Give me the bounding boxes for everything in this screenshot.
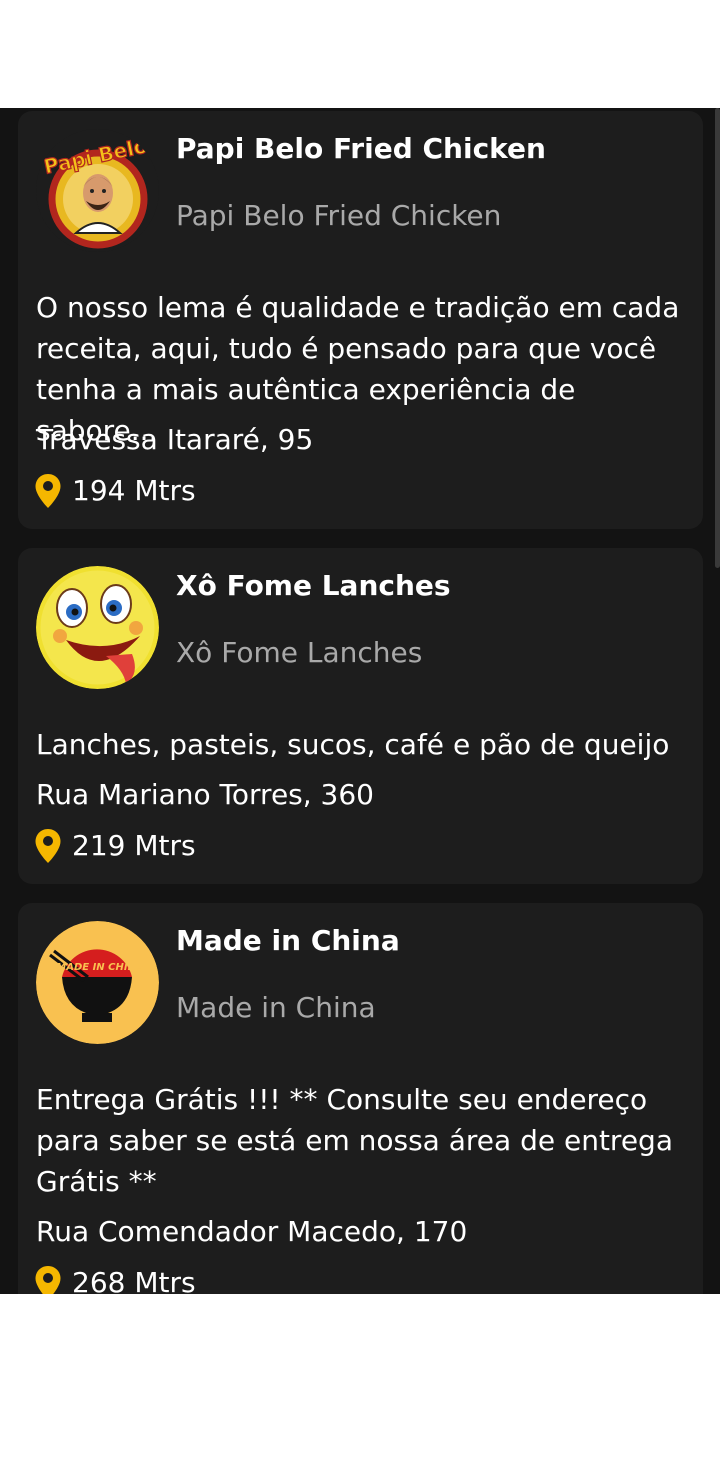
location-pin-icon <box>35 829 61 863</box>
restaurant-address: Rua Mariano Torres, 360 <box>36 778 374 811</box>
restaurant-distance: 219 Mtrs <box>72 829 196 862</box>
restaurant-address: Rua Comendador Macedo, 170 <box>36 1215 468 1248</box>
location-pin-icon <box>35 1266 61 1294</box>
bottom-blank-area <box>0 1294 720 1480</box>
restaurant-name: Papi Belo Fried Chicken <box>176 132 546 165</box>
restaurant-name: Xô Fome Lanches <box>176 569 451 602</box>
restaurant-list[interactable]: Papi Belo Papi Belo Fried Chicken Papi B… <box>0 108 720 1294</box>
distance-row: 268 Mtrs <box>34 1265 196 1294</box>
restaurant-distance: 194 Mtrs <box>72 474 196 507</box>
restaurant-logo <box>36 566 159 689</box>
scrollbar[interactable] <box>715 108 720 568</box>
restaurant-description: Lanches, pasteis, sucos, café e pão de q… <box>36 728 670 761</box>
restaurant-subname: Xô Fome Lanches <box>176 636 423 669</box>
restaurant-subname: Papi Belo Fried Chicken <box>176 199 502 232</box>
restaurant-address: Travessa Itararé, 95 <box>36 423 314 456</box>
restaurant-logo: MADE IN CHINA <box>36 921 159 1044</box>
location-pin-icon <box>35 474 61 508</box>
restaurant-distance: 268 Mtrs <box>72 1266 196 1294</box>
logo-text: MADE IN CHINA <box>56 962 143 973</box>
restaurant-description: Entrega Grátis !!! ** Consulte seu ender… <box>36 1083 673 1198</box>
distance-row: 194 Mtrs <box>34 473 196 509</box>
restaurant-subname: Made in China <box>176 991 376 1024</box>
restaurant-logo: Papi Belo <box>36 129 159 252</box>
distance-row: 219 Mtrs <box>34 828 196 864</box>
restaurant-name: Made in China <box>176 924 400 957</box>
restaurant-card[interactable]: Xô Fome Lanches Xô Fome Lanches Lanches,… <box>18 548 703 884</box>
restaurant-card[interactable]: Papi Belo Papi Belo Fried Chicken Papi B… <box>18 111 703 529</box>
restaurant-card[interactable]: MADE IN CHINA Made in China Made in Chin… <box>18 903 703 1294</box>
